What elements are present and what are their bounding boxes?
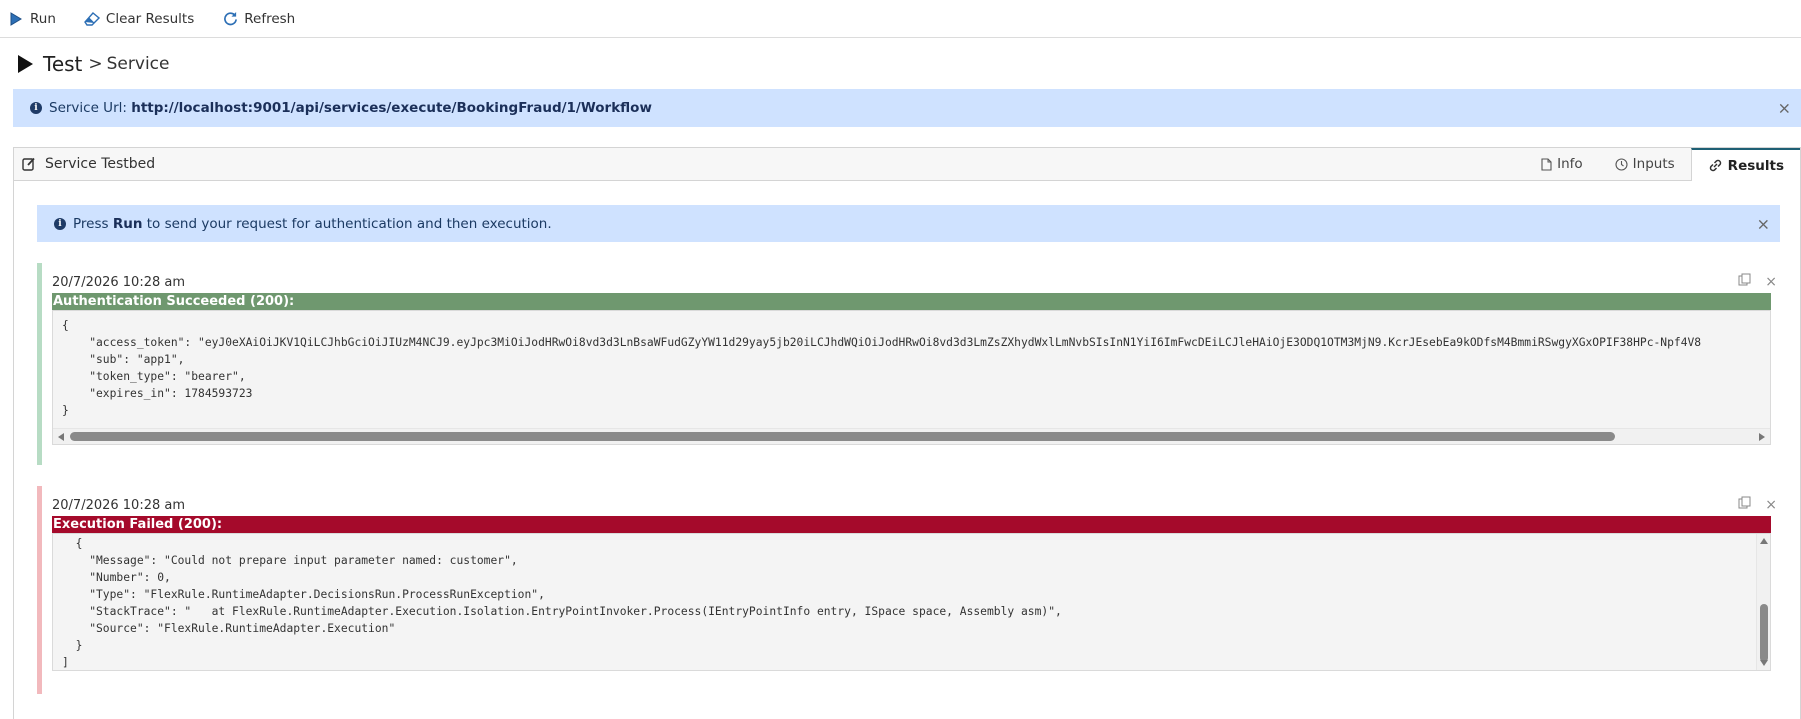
breadcrumb-title: Test — [43, 52, 83, 76]
refresh-button[interactable]: Refresh — [222, 11, 295, 27]
play-icon — [8, 11, 24, 27]
panel-title-text: Service Testbed — [45, 156, 156, 172]
eraser-icon — [84, 11, 100, 27]
panel-title: Service Testbed — [22, 156, 155, 172]
result-accent — [37, 263, 42, 465]
run-button[interactable]: Run — [8, 11, 56, 27]
scroll-up-icon[interactable] — [1760, 538, 1768, 544]
tab-info-label: Info — [1557, 156, 1583, 172]
panel-tabs: Info Inputs Results — [1525, 148, 1800, 181]
run-suffix: to send your request for authentication … — [146, 215, 552, 232]
vertical-scrollbar[interactable] — [1756, 534, 1770, 670]
result-json: { "access_token": "eyJ0eXAiOiJKV1QiLCJhb… — [62, 319, 1702, 417]
result-tools: × — [1724, 496, 1777, 513]
file-icon — [1541, 157, 1552, 171]
clock-icon — [1615, 157, 1628, 171]
scroll-right-icon[interactable] — [1759, 433, 1765, 441]
copy-icon[interactable] — [1738, 273, 1751, 290]
tab-results-label: Results — [1727, 157, 1784, 174]
refresh-icon — [222, 11, 238, 27]
copy-icon[interactable] — [1738, 496, 1751, 513]
run-instructions-banner: i Press Run to send your request for aut… — [37, 205, 1780, 242]
play-icon — [18, 55, 33, 73]
toolbar: Run Clear Results Refresh — [0, 0, 1801, 38]
scroll-left-icon[interactable] — [58, 433, 64, 441]
result-json: { "Message": "Could not prepare input pa… — [62, 537, 1062, 669]
breadcrumb: Test > Service — [18, 52, 169, 76]
horizontal-scrollbar[interactable] — [53, 428, 1770, 444]
scroll-down-icon[interactable] — [1760, 660, 1768, 666]
close-icon[interactable]: × — [1765, 274, 1777, 290]
tab-inputs-label: Inputs — [1632, 156, 1675, 172]
service-url-value[interactable]: http://localhost:9001/api/services/execu… — [131, 100, 652, 116]
close-icon[interactable]: × — [1778, 99, 1791, 118]
panel-header: Service Testbed Info Inputs Results — [14, 148, 1800, 181]
info-icon: i — [54, 217, 66, 230]
service-url-banner: i Service Url: http://localhost:9001/api… — [13, 89, 1801, 127]
link-icon — [1708, 159, 1723, 172]
result-execution: 20/7/2026 10:28 am × Execution Failed (2… — [37, 486, 1801, 694]
result-timestamp: 20/7/2026 10:28 am — [52, 275, 186, 290]
result-body: { "access_token": "eyJ0eXAiOiJKV1QiLCJhb… — [52, 310, 1771, 445]
clear-results-label: Clear Results — [105, 10, 195, 27]
info-icon: i — [30, 102, 42, 114]
run-label: Run — [30, 10, 56, 27]
clear-results-button[interactable]: Clear Results — [84, 11, 194, 27]
result-timestamp: 20/7/2026 10:28 am — [52, 498, 186, 513]
breadcrumb-separator: > — [88, 54, 103, 74]
close-icon[interactable]: × — [1765, 497, 1777, 513]
run-bold: Run — [112, 215, 143, 232]
refresh-label: Refresh — [244, 10, 296, 27]
result-body: { "Message": "Could not prepare input pa… — [52, 533, 1771, 671]
tab-info[interactable]: Info — [1525, 148, 1599, 180]
service-url-label: Service Url: — [49, 100, 127, 116]
scroll-thumb[interactable] — [1760, 604, 1768, 662]
edit-icon — [22, 157, 36, 171]
result-tools: × — [1724, 273, 1777, 290]
breadcrumb-current: Service — [106, 54, 170, 74]
close-icon[interactable]: × — [1757, 214, 1770, 233]
result-authentication: 20/7/2026 10:28 am × Authentication Succ… — [37, 263, 1801, 465]
result-status: Execution Failed (200): — [52, 516, 1771, 533]
tab-results[interactable]: Results — [1690, 148, 1800, 181]
tab-inputs[interactable]: Inputs — [1599, 148, 1691, 180]
result-accent — [37, 486, 42, 694]
run-prefix: Press — [73, 215, 109, 232]
result-status: Authentication Succeeded (200): — [52, 293, 1771, 310]
scroll-thumb[interactable] — [70, 432, 1615, 441]
